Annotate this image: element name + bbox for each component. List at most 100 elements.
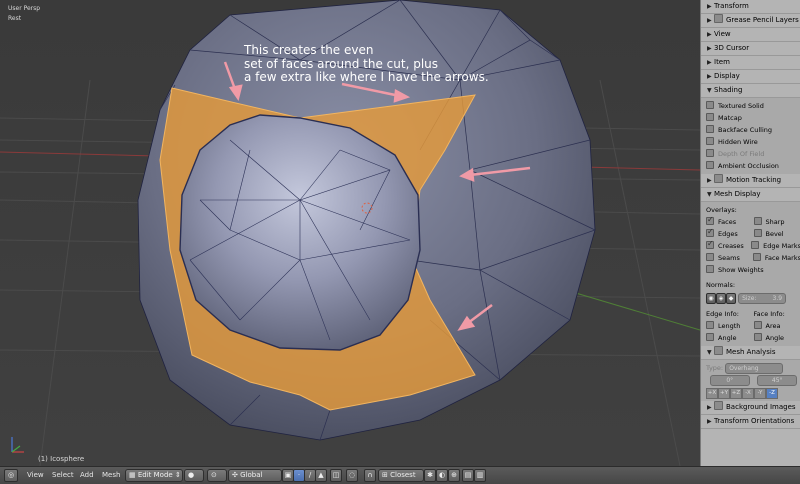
overlay-creases[interactable]: Creases bbox=[706, 240, 751, 252]
shading-options: Textured Solid Matcap Backface Culling H… bbox=[701, 98, 800, 174]
menu-mesh[interactable]: Mesh bbox=[102, 470, 120, 481]
overlay-edge-marks[interactable]: Edge Marks bbox=[751, 240, 800, 252]
motion-tracking-checkbox[interactable] bbox=[714, 174, 723, 183]
analysis-type-select[interactable]: Overhang bbox=[725, 363, 783, 374]
mesh-analysis-checkbox[interactable] bbox=[714, 346, 723, 355]
checkbox[interactable] bbox=[706, 217, 714, 225]
axis-button[interactable]: -X bbox=[742, 388, 754, 399]
grease-pencil-checkbox[interactable] bbox=[714, 14, 723, 23]
checkbox[interactable] bbox=[706, 125, 714, 133]
panel-display[interactable]: ▶Display bbox=[701, 70, 800, 84]
checkbox[interactable] bbox=[706, 241, 714, 249]
panel-motion-tracking[interactable]: ▶Motion Tracking bbox=[701, 174, 800, 188]
snap-target-select[interactable]: ⊞ Closest bbox=[378, 469, 424, 482]
overlay-sharp[interactable]: Sharp bbox=[754, 216, 800, 228]
checkbox[interactable] bbox=[754, 229, 762, 237]
checkbox[interactable] bbox=[706, 161, 714, 169]
render-animation-icon[interactable]: ▥ bbox=[474, 469, 486, 482]
panel-transform-orientations[interactable]: ▶Transform Orientations bbox=[701, 415, 800, 429]
checkbox[interactable] bbox=[706, 253, 714, 261]
snap-icon[interactable]: ∩ bbox=[364, 469, 376, 482]
checkbox[interactable] bbox=[706, 101, 714, 109]
panel-3d-cursor[interactable]: ▶3D Cursor bbox=[701, 42, 800, 56]
editor-type-icon[interactable]: ◎ bbox=[4, 469, 18, 482]
pivot-select[interactable]: ⊙ bbox=[207, 469, 227, 482]
analysis-max-field[interactable]: 45° bbox=[757, 375, 797, 386]
checkbox[interactable] bbox=[753, 253, 761, 261]
checkbox[interactable] bbox=[706, 137, 714, 145]
triangle-right-icon: ▶ bbox=[707, 174, 714, 187]
triangle-down-icon: ▼ bbox=[707, 346, 714, 359]
checkbox[interactable] bbox=[754, 217, 762, 225]
face-select-icon[interactable]: ▲ bbox=[315, 469, 327, 482]
panel-background-images[interactable]: ▶Background Images bbox=[701, 401, 800, 415]
edge-info-angle[interactable]: Angle bbox=[706, 332, 754, 344]
proportional-edit-icon[interactable]: ◌ bbox=[346, 469, 358, 482]
units-label: Rest bbox=[8, 15, 21, 22]
triangle-right-icon: ▶ bbox=[707, 14, 714, 27]
panel-view[interactable]: ▶View bbox=[701, 28, 800, 42]
triangle-right-icon: ▶ bbox=[707, 70, 714, 83]
menu-view[interactable]: View bbox=[27, 470, 44, 481]
snap-rotate-icon[interactable]: ◐ bbox=[436, 469, 448, 482]
overlay-bevel[interactable]: Bevel bbox=[754, 228, 800, 240]
viewport-shading-select[interactable]: ● bbox=[184, 469, 204, 482]
overlay-seams[interactable]: Seams bbox=[706, 252, 753, 264]
snap-target-icon: ⊞ bbox=[382, 471, 388, 479]
checkbox[interactable] bbox=[706, 265, 714, 273]
render-image-icon[interactable]: ▤ bbox=[462, 469, 474, 482]
overlay-face-marks[interactable]: Face Marks bbox=[753, 252, 800, 264]
background-images-checkbox[interactable] bbox=[714, 401, 723, 410]
panel-shading[interactable]: ▼Shading bbox=[701, 84, 800, 98]
axis-button[interactable]: -Y bbox=[754, 388, 766, 399]
checkbox[interactable] bbox=[706, 149, 714, 157]
snap-option-icon[interactable]: ✱ bbox=[424, 469, 436, 482]
orientation-select[interactable]: ✣ Global bbox=[228, 469, 282, 482]
triangle-right-icon: ▶ bbox=[707, 401, 714, 414]
loop-normals-icon[interactable]: ◈ bbox=[716, 293, 726, 304]
vertex-normals-icon[interactable]: ◉ bbox=[706, 293, 716, 304]
axis-button-selected[interactable]: -Z bbox=[766, 388, 778, 399]
annotation-line-2: set of faces around the cut, plus bbox=[244, 58, 438, 70]
triangle-right-icon: ▶ bbox=[707, 56, 714, 69]
shading-option[interactable]: Hidden Wire bbox=[701, 136, 800, 148]
axis-button[interactable]: +X bbox=[706, 388, 718, 399]
shading-option[interactable]: Ambient Occlusion bbox=[701, 160, 800, 172]
checkbox[interactable] bbox=[706, 321, 714, 329]
checkbox[interactable] bbox=[706, 229, 714, 237]
panel-mesh-display[interactable]: ▼Mesh Display bbox=[701, 188, 800, 202]
snap-align-icon[interactable]: ⊕ bbox=[448, 469, 460, 482]
axis-button[interactable]: +Y bbox=[718, 388, 730, 399]
face-normals-icon[interactable]: ◆ bbox=[726, 293, 736, 304]
checkbox[interactable] bbox=[754, 333, 762, 341]
edge-info-length[interactable]: Length bbox=[706, 320, 754, 332]
face-info-area[interactable]: Area bbox=[754, 320, 800, 332]
normals-size-field[interactable]: Size: 3.9 bbox=[738, 293, 786, 304]
overlays-label: Overlays: bbox=[701, 204, 800, 216]
shading-option[interactable]: Backface Culling bbox=[701, 124, 800, 136]
mode-select[interactable]: ▦ Edit Mode ⇕ bbox=[125, 469, 183, 482]
panel-mesh-analysis[interactable]: ▼Mesh Analysis bbox=[701, 346, 800, 360]
view-name-label: User Persp bbox=[8, 5, 40, 12]
axis-button[interactable]: +Z bbox=[730, 388, 742, 399]
shading-option[interactable]: Matcap bbox=[701, 112, 800, 124]
edit-mode-icon: ▦ bbox=[129, 471, 136, 479]
panel-item[interactable]: ▶Item bbox=[701, 56, 800, 70]
menu-add[interactable]: Add bbox=[80, 470, 94, 481]
checkbox[interactable] bbox=[754, 321, 762, 329]
triangle-down-icon: ▼ bbox=[707, 188, 714, 201]
face-info-angle[interactable]: Angle bbox=[754, 332, 800, 344]
shading-option[interactable]: Textured Solid bbox=[701, 100, 800, 112]
checkbox[interactable] bbox=[706, 113, 714, 121]
analysis-min-field[interactable]: 0° bbox=[710, 375, 750, 386]
panel-transform[interactable]: ▶Transform bbox=[701, 0, 800, 14]
panel-grease-pencil[interactable]: ▶Grease Pencil Layers bbox=[701, 14, 800, 28]
shading-option[interactable]: Depth Of Field bbox=[701, 148, 800, 160]
menu-select[interactable]: Select bbox=[52, 470, 74, 481]
3d-viewport[interactable]: User Persp Rest (1) Icosphere This creat… bbox=[0, 0, 700, 466]
checkbox[interactable] bbox=[751, 241, 759, 249]
limit-selection-icon[interactable]: ◫ bbox=[330, 469, 342, 482]
show-weights-option[interactable]: Show Weights bbox=[701, 264, 800, 276]
checkbox[interactable] bbox=[706, 333, 714, 341]
edge-info-label: Edge Info: bbox=[706, 308, 754, 320]
